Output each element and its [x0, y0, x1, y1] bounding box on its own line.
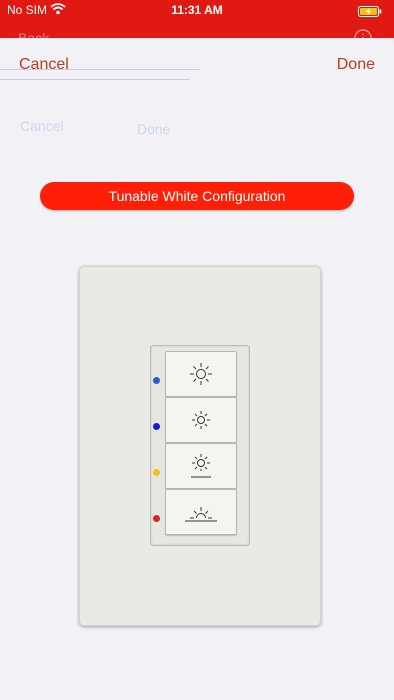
done-button[interactable]: Done	[337, 56, 375, 74]
led-indicator-2	[153, 423, 160, 430]
keypad-button-4[interactable]	[165, 489, 237, 535]
keypad-button-1[interactable]	[165, 351, 237, 397]
led-indicator-3	[153, 469, 160, 476]
sun-horizon-icon	[191, 454, 211, 478]
battery-charging-icon	[358, 4, 382, 22]
ghost-divider	[0, 79, 190, 80]
sunset-icon	[185, 507, 217, 522]
keypad	[150, 345, 250, 546]
sun-small-icon	[192, 411, 210, 429]
wall-plate	[79, 266, 321, 626]
ghost-cancel-label: Cancel	[20, 118, 64, 134]
keypad-button-2[interactable]	[165, 397, 237, 443]
led-indicator-1	[153, 377, 160, 384]
status-time: 11:31 AM	[171, 3, 223, 17]
tunable-white-configuration-button[interactable]: Tunable White Configuration	[40, 182, 354, 210]
sun-icon	[190, 363, 212, 385]
configuration-sheet: Cancel Done Cancel Done Tunable White Co…	[0, 38, 394, 700]
ghost-done-label: Done	[137, 121, 171, 137]
keypad-button-3[interactable]	[165, 443, 237, 489]
led-indicator-4	[153, 515, 160, 522]
ghost-divider	[0, 69, 200, 70]
cancel-button[interactable]: Cancel	[19, 56, 69, 74]
